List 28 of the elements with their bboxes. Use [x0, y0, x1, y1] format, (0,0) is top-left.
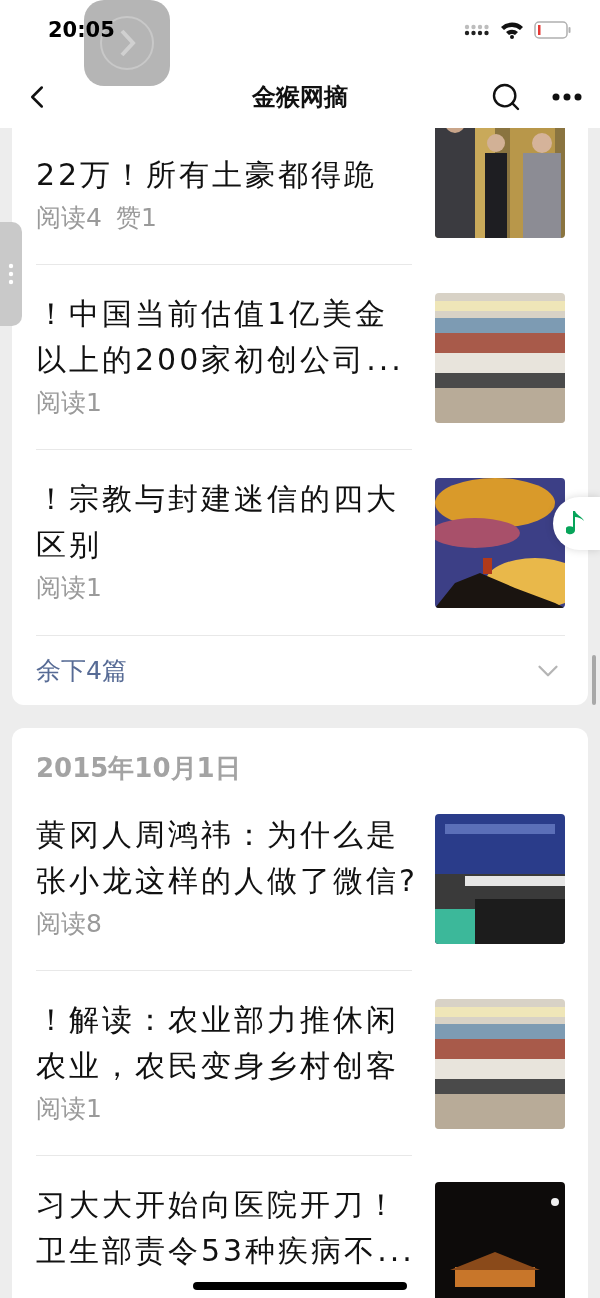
article-stat: 阅读1 — [36, 572, 102, 604]
more-icon — [552, 92, 582, 101]
article-item[interactable]: ！宗教与封建迷信的四大区别 阅读1 — [36, 450, 565, 635]
article-stat: 赞1 — [115, 202, 157, 234]
signal-icon — [464, 23, 490, 36]
more-articles-link[interactable]: 余下4篇 — [36, 654, 127, 687]
article-title: ！中国当前估值1亿美金以上的200家初创公司... — [36, 295, 405, 379]
article-title: ！宗教与封建迷信的四大区别 — [36, 480, 400, 564]
article-item[interactable]: ！解读：农业部力推休闲农业，农民变身乡村创客 阅读1 — [36, 971, 565, 1156]
article-stat: 阅读4 — [36, 202, 102, 234]
side-handle[interactable] — [0, 222, 22, 326]
group-date: 2015年10月1日 — [36, 752, 242, 785]
article-item[interactable]: 22万！所有土豪都得跪 阅读4 赞1 — [36, 128, 565, 265]
article-title: ！解读：农业部力推休闲农业，农民变身乡村创客 — [36, 1001, 400, 1085]
article-stat: 阅读1 — [36, 1093, 102, 1125]
page-title: 金猴网摘 — [252, 81, 348, 113]
article-stat: 阅读1 — [36, 387, 102, 419]
article-title: 22万！所有土豪都得跪 — [36, 156, 379, 194]
article-item[interactable]: 习大大开始向医院开刀！卫生部责令53种疾病不... — [36, 1156, 565, 1298]
more-button[interactable] — [552, 92, 582, 101]
article-title: 习大大开始向医院开刀！卫生部责令53种疾病不... — [36, 1186, 416, 1270]
battery-icon — [534, 20, 572, 39]
article-item[interactable]: ！中国当前估值1亿美金以上的200家初创公司... 阅读1 — [36, 265, 565, 450]
wifi-icon — [500, 20, 524, 39]
status-time: 20:05 — [48, 17, 115, 42]
article-item[interactable]: 黄冈人周鸿祎：为什么是张小龙这样的人做了微信? 阅读8 — [36, 786, 565, 971]
article-title: 黄冈人周鸿祎：为什么是张小龙这样的人做了微信? — [36, 816, 419, 900]
article-stat: 阅读8 — [36, 908, 102, 940]
